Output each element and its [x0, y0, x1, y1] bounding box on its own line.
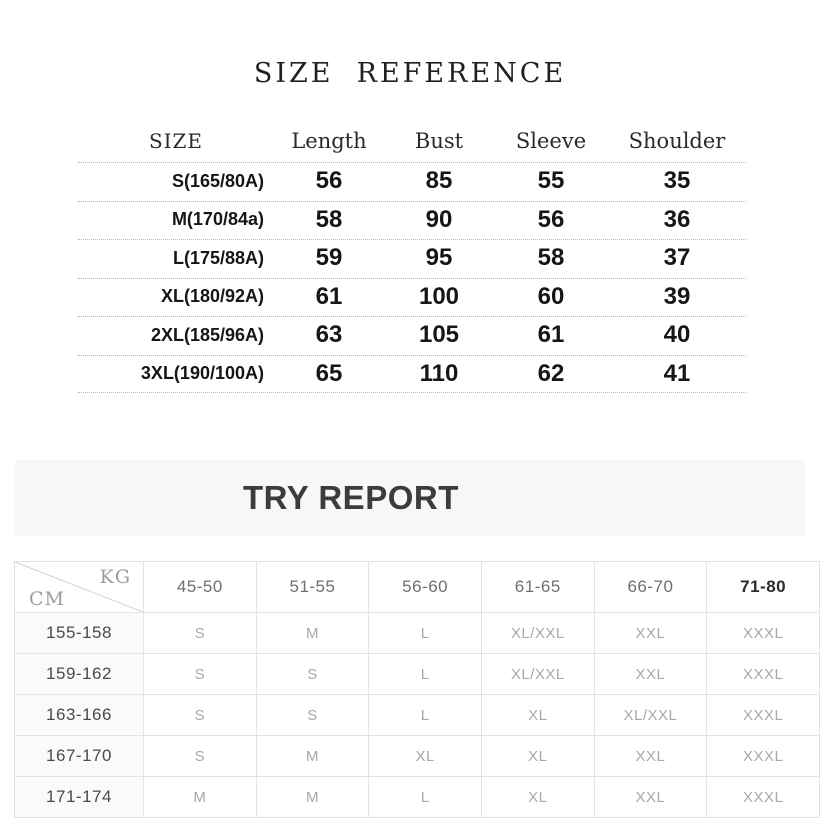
cell-length: 56	[315, 167, 343, 195]
recommended-size-cell: XXXL	[706, 612, 820, 654]
cell-sleeve: 62	[537, 359, 565, 387]
column-header-shoulder: Shoulder	[628, 129, 726, 153]
recommended-size-cell: S	[143, 735, 257, 777]
recommended-size-cell: L	[368, 653, 482, 695]
cell-bust: 100	[418, 282, 460, 310]
size-reference-title: SIZE REFERENCE	[253, 58, 567, 89]
recommended-size-cell: S	[255, 694, 370, 736]
recommended-size-cell: XXL	[593, 612, 708, 654]
recommended-size-cell: XL/XXL	[480, 653, 595, 695]
cell-length: 58	[315, 205, 343, 233]
recommended-size-cell: M	[255, 735, 370, 777]
cell-bust: 110	[419, 359, 459, 387]
cell-sleeve: 61	[537, 321, 565, 349]
recommended-size-cell: M	[255, 612, 370, 654]
recommended-size-cell: XXXL	[706, 735, 820, 777]
cell-size: L(175/88A)	[172, 247, 264, 268]
table-row: 171-174 M M L XL XXL XXXL	[14, 776, 820, 818]
table-row: XL(180/92A) 61 100 60 39	[78, 277, 746, 317]
try-report-banner: TRY REPORT	[15, 460, 805, 536]
cell-sleeve: 56	[537, 205, 565, 233]
cell-shoulder: 40	[663, 321, 691, 349]
cell-size: 2XL(185/96A)	[150, 324, 264, 345]
column-header-sleeve: Sleeve	[515, 129, 587, 153]
cell-size: S(165/80A)	[171, 170, 264, 191]
recommended-size-cell: XL/XXL	[593, 694, 708, 736]
recommended-size-cell: XXXL	[706, 776, 820, 818]
recommended-size-cell: M	[255, 776, 370, 818]
column-header-size: SIZE	[148, 129, 204, 153]
table-row: 155-158 S M L XL/XXL XXL XXXL	[14, 612, 820, 654]
recommended-size-cell: M	[143, 776, 257, 818]
recommended-size-cell: S	[143, 694, 257, 736]
corner-unit-cell: KG CM	[14, 561, 144, 613]
weight-range-header: 71-80	[706, 561, 820, 613]
cell-bust: 105	[418, 321, 460, 349]
try-report-table: KG CM 45-50 51-55 56-60 61-65 66-70 71-8…	[14, 561, 820, 818]
recommended-size-cell: L	[368, 776, 482, 818]
cell-shoulder: 41	[663, 359, 691, 387]
table-row: 159-162 S S L XL/XXL XXL XXXL	[14, 653, 820, 695]
table-row: S(165/80A) 56 85 55 35	[78, 162, 746, 201]
column-header-length: Length	[291, 129, 367, 153]
cell-bust: 95	[425, 244, 453, 272]
cell-sleeve: 60	[537, 282, 565, 310]
try-report-title: TRY REPORT	[243, 479, 459, 516]
size-reference-section: SIZE REFERENCE SIZE Length Bust Sleeve S…	[0, 0, 820, 440]
recommended-size-cell: XXL	[593, 776, 708, 818]
size-reference-table: SIZE Length Bust Sleeve Shoulder S(165/8…	[78, 120, 746, 393]
weight-range-header: 51-55	[255, 561, 370, 613]
recommended-size-cell: XL	[480, 735, 595, 777]
recommended-size-cell: XL	[480, 776, 595, 818]
weight-range-header: 56-60	[368, 561, 482, 613]
recommended-size-cell: S	[143, 653, 257, 695]
cell-length: 61	[315, 282, 343, 310]
height-range-label: 167-170	[14, 735, 144, 777]
height-unit-label: CM	[29, 588, 65, 610]
recommended-size-cell: XL	[368, 735, 482, 777]
cell-size: 3XL(190/100A)	[140, 363, 264, 384]
cell-shoulder: 36	[663, 205, 691, 233]
height-range-label: 155-158	[14, 612, 144, 654]
recommended-size-cell: XXXL	[706, 653, 820, 695]
try-table-header-row: KG CM 45-50 51-55 56-60 61-65 66-70 71-8…	[14, 561, 820, 613]
cell-length: 65	[315, 359, 343, 387]
table-row: 3XL(190/100A) 65 110 62 41	[78, 354, 746, 394]
cell-length: 63	[315, 321, 343, 349]
height-range-label: 163-166	[14, 694, 144, 736]
weight-unit-label: KG	[99, 566, 131, 588]
cell-sleeve: 55	[537, 167, 565, 195]
weight-range-header: 66-70	[593, 561, 708, 613]
cell-shoulder: 37	[663, 244, 691, 272]
recommended-size-cell: XL	[480, 694, 595, 736]
cell-bust: 90	[425, 205, 453, 233]
recommended-size-cell: XXL	[593, 735, 708, 777]
cell-bust: 85	[425, 167, 453, 195]
cell-shoulder: 39	[663, 282, 691, 310]
cell-sleeve: 58	[537, 244, 565, 272]
height-range-label: 159-162	[14, 653, 144, 695]
table-row: M(170/84a) 58 90 56 36	[78, 200, 746, 240]
table-row: 167-170 S M XL XL XXL XXXL	[14, 735, 820, 777]
recommended-size-cell: L	[368, 612, 482, 654]
weight-range-header: 45-50	[143, 561, 257, 613]
table-header-row: SIZE Length Bust Sleeve Shoulder	[78, 120, 746, 162]
cell-shoulder: 35	[663, 167, 691, 195]
recommended-size-cell: S	[255, 653, 370, 695]
table-row: 163-166 S S L XL XL/XXL XXXL	[14, 694, 820, 736]
column-header-bust: Bust	[414, 129, 464, 153]
recommended-size-cell: S	[143, 612, 257, 654]
cell-size: M(170/84a)	[171, 209, 264, 230]
recommended-size-cell: XXL	[593, 653, 708, 695]
height-range-label: 171-174	[14, 776, 144, 818]
recommended-size-cell: XL/XXL	[480, 612, 595, 654]
weight-range-header: 61-65	[480, 561, 595, 613]
recommended-size-cell: L	[368, 694, 482, 736]
cell-length: 59	[315, 244, 343, 272]
cell-size: XL(180/92A)	[160, 286, 264, 307]
table-row: 2XL(185/96A) 63 105 61 40	[78, 316, 746, 355]
recommended-size-cell: XXXL	[706, 694, 820, 736]
table-row: L(175/88A) 59 95 58 37	[78, 239, 746, 278]
